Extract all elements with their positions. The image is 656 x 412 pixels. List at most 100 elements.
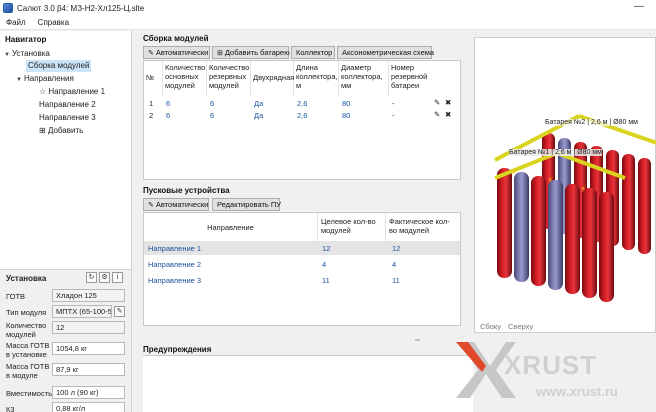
- pencil-icon: ✎: [148, 50, 154, 57]
- launch-table: Направление Целевое кол-во модулей Факти…: [143, 212, 461, 326]
- title-bar: Салют 3.0 β4: МЗ-Н2-Хл125-Ц.slte —: [0, 0, 656, 16]
- col-header-double-row: Двухрядная: [251, 61, 294, 95]
- edit-launch-button[interactable]: Редактировать ПУ: [212, 198, 281, 211]
- prop-value-mass-total: 1054,8 кг: [52, 342, 125, 355]
- table-cell: 2: [149, 111, 154, 120]
- col-header-reserve-modules: Количество резервных модулей: [207, 61, 251, 95]
- refresh-icon[interactable]: ↻: [86, 272, 97, 283]
- chevron-down-icon[interactable]: ▼: [16, 74, 24, 86]
- plus-box-icon: ⊞: [217, 50, 223, 57]
- table-cell: 12: [322, 244, 331, 253]
- warnings-panel: [143, 355, 473, 412]
- watermark-brand: XRUST: [504, 350, 598, 380]
- table-cell[interactable]: Да: [254, 99, 263, 109]
- launch-auto-button[interactable]: ✎ Автоматически: [143, 198, 209, 211]
- prop-value-capacity: 100 л (90 кг): [52, 386, 125, 399]
- collector-button[interactable]: Коллектор: [291, 46, 335, 59]
- installation-panel: Установка ↻ ⚙ i ГОТВ Хладон 125 Тип моду…: [0, 269, 132, 412]
- table-cell: 11: [392, 276, 400, 285]
- table-cell: 1: [149, 99, 154, 108]
- pencil-icon: ✎: [148, 202, 154, 209]
- navigator-title: Навигатор: [5, 35, 47, 44]
- table-cell[interactable]: 80: [342, 111, 350, 121]
- prop-label-mass-module: Масса ГОТВ в модуле: [6, 362, 50, 380]
- col-header-collector-length: Длина коллектора, м: [294, 61, 339, 95]
- view-tab-top[interactable]: Сверху: [508, 322, 533, 331]
- table-row[interactable]: Направление 3 11 11: [144, 273, 460, 287]
- tree-item-module-assembly[interactable]: Сборка модулей: [26, 60, 92, 72]
- axonometric-button[interactable]: Аксонометрическая схема: [337, 46, 434, 59]
- col-header-actual-count: Фактическое кол-во модулей: [389, 217, 450, 235]
- prop-label-module-type: Тип модуля: [6, 308, 47, 317]
- prop-value-module-count: 12: [52, 321, 125, 334]
- prop-label-gotv: ГОТВ: [6, 292, 26, 301]
- prop-label-capacity: Вместимость: [6, 389, 53, 398]
- menu-help[interactable]: Справка: [32, 18, 75, 27]
- launch-section-title: Пусковые устройства: [143, 186, 230, 195]
- warnings-title: Предупреждения: [143, 345, 212, 354]
- col-header-direction: Направление: [144, 213, 318, 241]
- tree-item-direction-1[interactable]: ☆ Направление 1: [39, 86, 105, 98]
- menu-file[interactable]: Файл: [0, 18, 32, 27]
- tree-item-add[interactable]: ⊞ Добавить: [39, 125, 83, 137]
- watermark-url: www.xrust.ru: [536, 384, 618, 399]
- table-cell: -: [392, 111, 395, 120]
- prop-label-mass-total: Масса ГОТВ в установке: [6, 341, 50, 359]
- table-cell[interactable]: 6: [210, 99, 214, 109]
- modules-table: № Количество основных модулей Количество…: [143, 60, 461, 180]
- table-row[interactable]: Направление 1 12 12: [144, 241, 460, 255]
- edit-row-icon[interactable]: ✎: [434, 98, 440, 108]
- delete-row-icon[interactable]: ✖: [445, 110, 451, 120]
- table-cell: 4: [322, 260, 327, 269]
- plus-box-icon: ⊞: [39, 126, 48, 135]
- prop-label-k3: К3: [6, 405, 15, 412]
- app-icon: [3, 3, 13, 13]
- gear-icon[interactable]: ⚙: [99, 272, 110, 283]
- table-cell[interactable]: 6: [210, 111, 214, 121]
- view-tab-side[interactable]: Сбоку: [480, 322, 501, 331]
- table-cell: Направление 1: [148, 244, 202, 253]
- col-header-target-count: Целевое кол-во модулей: [318, 213, 386, 241]
- tree-item-direction-2[interactable]: Направление 2: [39, 99, 96, 111]
- delete-row-icon[interactable]: ✖: [445, 98, 451, 108]
- window-title: Салют 3.0 β4: МЗ-Н2-Хл125-Ц.slte: [17, 3, 145, 13]
- modules-section-title: Сборка модулей: [143, 34, 209, 43]
- table-row[interactable]: Направление 2 4 4: [144, 257, 460, 271]
- svg-text:⚡: ⚡: [547, 176, 553, 186]
- table-cell[interactable]: 6: [166, 99, 170, 109]
- edit-row-icon[interactable]: ✎: [434, 110, 440, 120]
- svg-text:⚡: ⚡: [511, 168, 517, 178]
- table-cell[interactable]: 6: [166, 111, 170, 121]
- axonometric-3d-view[interactable]: ⚡ ⚡ ⚡ Батарея №2 | 2,6 м | Ø80 мм Батаре…: [474, 37, 656, 333]
- prop-value-mass-module: 87,9 кг: [52, 363, 125, 376]
- info-icon[interactable]: i: [112, 272, 123, 283]
- splitter-handle[interactable]: ═: [415, 337, 420, 344]
- modules-auto-button[interactable]: ✎ Автоматически: [143, 46, 210, 59]
- table-cell[interactable]: Да: [254, 111, 263, 121]
- table-cell: Направление 3: [148, 276, 202, 285]
- col-header-reserve-battery: Номер резервной батареи: [391, 63, 428, 90]
- add-battery-button[interactable]: ⊞ Добавить батарею: [212, 46, 290, 59]
- tree-item-direction-3[interactable]: Направление 3: [39, 112, 96, 124]
- battery-2-label: Батарея №2 | 2,6 м | Ø80 мм: [545, 119, 638, 126]
- chevron-down-icon[interactable]: ▼: [4, 49, 12, 61]
- edit-icon[interactable]: ✎: [114, 306, 125, 317]
- tree-item-directions[interactable]: ▼ Направления: [16, 73, 74, 85]
- battery-1-label: Батарея №1 | 2,6 м | Ø80 мм: [509, 149, 602, 156]
- minimize-button[interactable]: —: [632, 0, 646, 16]
- navigator-panel: Навигатор ▼ Установка Сборка модулей ▼ Нап…: [0, 31, 132, 269]
- table-cell: 11: [322, 276, 330, 285]
- star-icon: ☆: [39, 87, 49, 96]
- prop-value-k3: 0,88 кг/л: [52, 402, 125, 412]
- watermark-logo: XRUST www.xrust.ru: [456, 338, 656, 412]
- table-cell[interactable]: 2,6: [297, 111, 307, 121]
- prop-value-module-type: МПТХ (65-100-50): [52, 305, 112, 318]
- installation-title: Установка: [6, 274, 47, 283]
- col-header-collector-diameter: Диаметр коллектора, мм: [339, 61, 389, 95]
- table-cell: 12: [392, 244, 401, 253]
- col-header-main-modules: Количество основных модулей: [163, 61, 207, 95]
- menu-bar: Файл Справка: [0, 16, 656, 30]
- tree-item-installation[interactable]: ▼ Установка: [4, 48, 50, 60]
- table-cell[interactable]: 2,6: [297, 99, 307, 109]
- table-cell[interactable]: 80: [342, 99, 350, 109]
